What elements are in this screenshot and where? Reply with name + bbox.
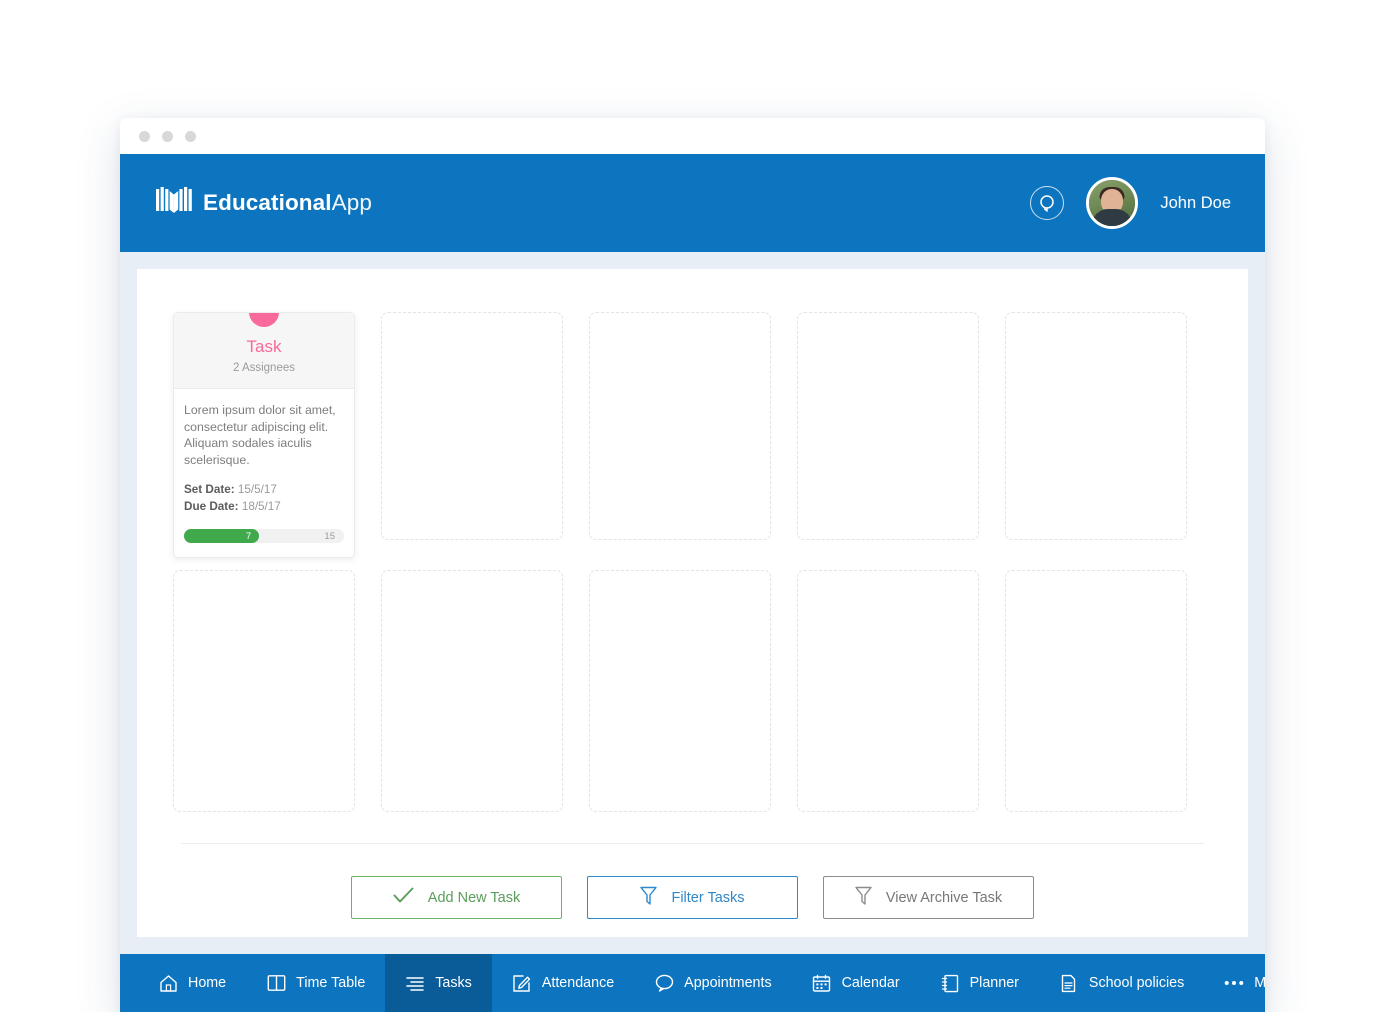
check-icon [393,887,414,908]
user-name-label: John Doe [1160,193,1231,212]
empty-task-slot[interactable] [381,570,563,812]
window-close-dot[interactable] [139,130,150,142]
edit-square-icon [512,973,532,993]
view-archive-task-button[interactable]: View Archive Task [823,876,1034,919]
due-date-value: 18/5/17 [241,500,281,513]
task-card-assignees: 2 Assignees [232,362,295,374]
open-book-icon [156,186,192,221]
brand-name-light: App [331,190,372,215]
filter-tasks-label: Filter Tasks [671,889,745,906]
task-card-title: Task [246,337,282,356]
nav-label-calendar: Calendar [841,975,900,991]
task-progress-max: 15 [324,530,335,542]
empty-task-slot[interactable] [589,570,771,812]
list-icon [405,973,425,993]
window-minimize-dot[interactable] [162,130,173,142]
notebook-icon [940,973,960,993]
book-open-icon [266,973,286,993]
speech-bubble-icon [654,973,674,993]
window-maximize-dot[interactable] [185,130,196,142]
nav-item-tasks[interactable]: Tasks [385,954,492,1012]
app-header: EducationalApp John Doe [120,154,1265,252]
empty-task-slot[interactable] [381,312,563,540]
empty-task-slot[interactable] [1005,570,1187,812]
support-circle-icon[interactable] [1030,186,1065,220]
nav-label-more: More [1254,975,1265,991]
nav-label-school-policies: School policies [1088,975,1185,991]
task-actions-bar: Add New Task Filter Tasks View Archive T… [173,876,1212,919]
avatar[interactable] [1086,177,1139,229]
home-icon [158,973,178,993]
empty-task-slot[interactable] [797,570,979,812]
add-new-task-button[interactable]: Add New Task [351,876,562,919]
funnel-icon [855,886,872,910]
calendar-icon [812,973,832,993]
add-new-task-label: Add New Task [427,889,521,906]
bottom-navigation: Home Time Table Tasks Attendance Appoint… [120,954,1265,1012]
nav-item-time-table[interactable]: Time Table [246,954,385,1012]
task-progress-bar: 7 15 [184,529,344,543]
task-card-body: Lorem ipsum dolor sit amet, consectetur … [174,389,354,557]
set-date-value: 15/5/17 [237,483,277,496]
funnel-icon [640,886,658,910]
task-card-due-date: Due Date: 18/5/17 [184,498,344,515]
task-card-set-date: Set Date: 15/5/17 [184,481,344,498]
browser-window: EducationalApp John Doe Task 2 Assignees… [120,118,1265,1012]
brand-logo[interactable]: EducationalApp [156,186,372,221]
brand-name: EducationalApp [203,190,372,216]
tasks-panel: Task 2 Assignees Lorem ipsum dolor sit a… [137,269,1248,937]
view-archive-task-label: View Archive Task [885,889,1003,906]
nav-label-planner: Planner [969,975,1019,991]
empty-task-slot[interactable] [1005,312,1187,540]
empty-task-slot[interactable] [589,312,771,540]
screenshot-root: EducationalApp John Doe Task 2 Assignees… [0,0,1384,1012]
task-card-slot: Task 2 Assignees Lorem ipsum dolor sit a… [173,312,355,558]
document-icon [1059,973,1079,993]
browser-titlebar [120,118,1265,154]
nav-item-calendar[interactable]: Calendar [792,954,920,1012]
nav-item-more[interactable]: More [1204,954,1265,1012]
nav-label-tasks: Tasks [435,975,472,991]
set-date-label: Set Date: [184,483,235,496]
filter-tasks-button[interactable]: Filter Tasks [587,876,798,919]
nav-item-appointments[interactable]: Appointments [634,954,791,1012]
task-card-description: Lorem ipsum dolor sit amet, consectetur … [184,403,336,467]
nav-item-home[interactable]: Home [138,954,246,1012]
nav-label-time-table: Time Table [296,975,366,991]
header-right-group: John Doe [1030,177,1231,229]
nav-label-attendance: Attendance [541,975,615,991]
nav-item-school-policies[interactable]: School policies [1039,954,1204,1012]
panel-divider [181,843,1204,844]
empty-task-slot[interactable] [173,570,355,812]
task-progress-fill: 7 [184,529,260,543]
nav-label-appointments: Appointments [684,975,772,991]
empty-task-slot[interactable] [797,312,979,540]
tasks-grid: Task 2 Assignees Lorem ipsum dolor sit a… [173,312,1212,812]
task-card[interactable]: Task 2 Assignees Lorem ipsum dolor sit a… [173,312,355,558]
due-date-label: Due Date: [184,500,239,513]
content-area: Task 2 Assignees Lorem ipsum dolor sit a… [120,252,1265,954]
nav-label-home: Home [188,975,227,991]
task-progress-value: 7 [245,530,252,542]
nav-item-attendance[interactable]: Attendance [492,954,634,1012]
ellipsis-icon [1224,973,1244,993]
brand-name-bold: Educational [203,190,332,215]
nav-item-planner[interactable]: Planner [920,954,1039,1012]
